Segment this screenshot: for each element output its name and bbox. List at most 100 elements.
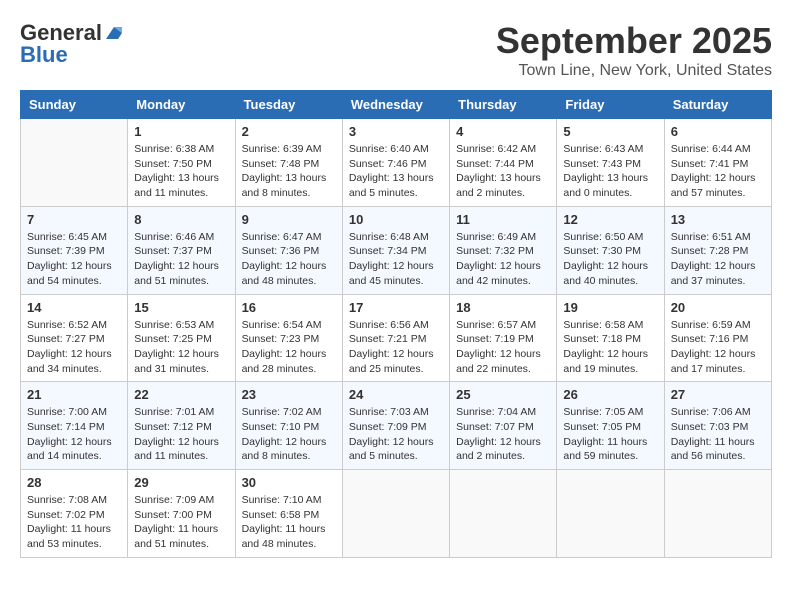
cell-info: Sunrise: 6:47 AM Sunset: 7:36 PM Dayligh… xyxy=(242,230,336,289)
cell-info: Sunrise: 7:08 AM Sunset: 7:02 PM Dayligh… xyxy=(27,493,121,552)
calendar-cell: 13 Sunrise: 6:51 AM Sunset: 7:28 PM Dayli… xyxy=(664,206,771,294)
cell-info: Sunrise: 6:48 AM Sunset: 7:34 PM Dayligh… xyxy=(349,230,443,289)
weekday-header: Thursday xyxy=(450,91,557,119)
day-number: 20 xyxy=(671,300,765,315)
day-number: 11 xyxy=(456,212,550,227)
day-number: 22 xyxy=(134,387,228,402)
calendar-cell xyxy=(664,470,771,558)
day-number: 2 xyxy=(242,124,336,139)
cell-info: Sunrise: 6:50 AM Sunset: 7:30 PM Dayligh… xyxy=(563,230,657,289)
weekday-header: Wednesday xyxy=(342,91,449,119)
calendar-week-row: 7Sunrise: 6:45 AM Sunset: 7:39 PM Daylig… xyxy=(21,206,772,294)
day-number: 17 xyxy=(349,300,443,315)
calendar-week-row: 21Sunrise: 7:00 AM Sunset: 7:14 PM Dayli… xyxy=(21,382,772,470)
calendar-cell: 7Sunrise: 6:45 AM Sunset: 7:39 PM Daylig… xyxy=(21,206,128,294)
day-number: 3 xyxy=(349,124,443,139)
calendar-cell xyxy=(557,470,664,558)
day-number: 19 xyxy=(563,300,657,315)
calendar-cell: 8Sunrise: 6:46 AM Sunset: 7:37 PM Daylig… xyxy=(128,206,235,294)
calendar-cell: 1 Sunrise: 6:38 AM Sunset: 7:50 PM Daylig… xyxy=(128,119,235,207)
calendar-week-row: 1 Sunrise: 6:38 AM Sunset: 7:50 PM Daylig… xyxy=(21,119,772,207)
day-number: 7 xyxy=(27,212,121,227)
cell-info: Sunrise: 6:44 AM Sunset: 7:41 PM Dayligh… xyxy=(671,142,765,201)
cell-info: Sunrise: 6:57 AM Sunset: 7:19 PM Dayligh… xyxy=(456,318,550,377)
calendar-cell: 12 Sunrise: 6:50 AM Sunset: 7:30 PM Dayli… xyxy=(557,206,664,294)
calendar-cell: 24 Sunrise: 7:03 AM Sunset: 7:09 PM Dayli… xyxy=(342,382,449,470)
day-number: 6 xyxy=(671,124,765,139)
logo-blue: Blue xyxy=(20,42,68,68)
day-number: 1 xyxy=(134,124,228,139)
cell-info: Sunrise: 7:01 AM Sunset: 7:12 PM Dayligh… xyxy=(134,405,228,464)
calendar-cell xyxy=(342,470,449,558)
day-number: 18 xyxy=(456,300,550,315)
calendar-cell: 6 Sunrise: 6:44 AM Sunset: 7:41 PM Daylig… xyxy=(664,119,771,207)
day-number: 23 xyxy=(242,387,336,402)
calendar-cell: 4 Sunrise: 6:42 AM Sunset: 7:44 PM Daylig… xyxy=(450,119,557,207)
calendar-cell: 11 Sunrise: 6:49 AM Sunset: 7:32 PM Dayli… xyxy=(450,206,557,294)
header: General Blue September 2025 Town Line, N… xyxy=(20,20,772,80)
cell-info: Sunrise: 7:10 AM Sunset: 6:58 PM Dayligh… xyxy=(242,493,336,552)
day-number: 16 xyxy=(242,300,336,315)
day-number: 8 xyxy=(134,212,228,227)
day-number: 25 xyxy=(456,387,550,402)
day-number: 4 xyxy=(456,124,550,139)
calendar-cell: 2 Sunrise: 6:39 AM Sunset: 7:48 PM Daylig… xyxy=(235,119,342,207)
month-title: September 2025 xyxy=(496,20,772,62)
cell-info: Sunrise: 7:03 AM Sunset: 7:09 PM Dayligh… xyxy=(349,405,443,464)
location-title: Town Line, New York, United States xyxy=(496,62,772,80)
cell-info: Sunrise: 6:53 AM Sunset: 7:25 PM Dayligh… xyxy=(134,318,228,377)
calendar-cell xyxy=(450,470,557,558)
calendar-cell: 29 Sunrise: 7:09 AM Sunset: 7:00 PM Dayli… xyxy=(128,470,235,558)
day-number: 5 xyxy=(563,124,657,139)
cell-info: Sunrise: 6:51 AM Sunset: 7:28 PM Dayligh… xyxy=(671,230,765,289)
calendar-cell: 5 Sunrise: 6:43 AM Sunset: 7:43 PM Daylig… xyxy=(557,119,664,207)
day-number: 9 xyxy=(242,212,336,227)
day-number: 24 xyxy=(349,387,443,402)
day-number: 30 xyxy=(242,475,336,490)
day-number: 13 xyxy=(671,212,765,227)
day-number: 12 xyxy=(563,212,657,227)
cell-info: Sunrise: 6:40 AM Sunset: 7:46 PM Dayligh… xyxy=(349,142,443,201)
day-number: 28 xyxy=(27,475,121,490)
calendar-cell: 15 Sunrise: 6:53 AM Sunset: 7:25 PM Dayli… xyxy=(128,294,235,382)
cell-info: Sunrise: 7:02 AM Sunset: 7:10 PM Dayligh… xyxy=(242,405,336,464)
calendar-header-row: SundayMondayTuesdayWednesdayThursdayFrid… xyxy=(21,91,772,119)
day-number: 10 xyxy=(349,212,443,227)
day-number: 21 xyxy=(27,387,121,402)
calendar-cell: 27Sunrise: 7:06 AM Sunset: 7:03 PM Dayli… xyxy=(664,382,771,470)
calendar-cell: 25 Sunrise: 7:04 AM Sunset: 7:07 PM Dayli… xyxy=(450,382,557,470)
cell-info: Sunrise: 6:52 AM Sunset: 7:27 PM Dayligh… xyxy=(27,318,121,377)
calendar-week-row: 28 Sunrise: 7:08 AM Sunset: 7:02 PM Dayli… xyxy=(21,470,772,558)
weekday-header: Sunday xyxy=(21,91,128,119)
weekday-header: Tuesday xyxy=(235,91,342,119)
weekday-header: Friday xyxy=(557,91,664,119)
calendar-cell: 14Sunrise: 6:52 AM Sunset: 7:27 PM Dayli… xyxy=(21,294,128,382)
cell-info: Sunrise: 7:05 AM Sunset: 7:05 PM Dayligh… xyxy=(563,405,657,464)
day-number: 29 xyxy=(134,475,228,490)
calendar-cell: 18 Sunrise: 6:57 AM Sunset: 7:19 PM Dayli… xyxy=(450,294,557,382)
cell-info: Sunrise: 6:39 AM Sunset: 7:48 PM Dayligh… xyxy=(242,142,336,201)
cell-info: Sunrise: 6:42 AM Sunset: 7:44 PM Dayligh… xyxy=(456,142,550,201)
cell-info: Sunrise: 6:56 AM Sunset: 7:21 PM Dayligh… xyxy=(349,318,443,377)
logo: General Blue xyxy=(20,20,124,68)
calendar-cell: 20 Sunrise: 6:59 AM Sunset: 7:16 PM Dayli… xyxy=(664,294,771,382)
cell-info: Sunrise: 7:04 AM Sunset: 7:07 PM Dayligh… xyxy=(456,405,550,464)
calendar-cell: 28 Sunrise: 7:08 AM Sunset: 7:02 PM Dayli… xyxy=(21,470,128,558)
cell-info: Sunrise: 6:58 AM Sunset: 7:18 PM Dayligh… xyxy=(563,318,657,377)
calendar-cell: 26Sunrise: 7:05 AM Sunset: 7:05 PM Dayli… xyxy=(557,382,664,470)
weekday-header: Monday xyxy=(128,91,235,119)
cell-info: Sunrise: 6:38 AM Sunset: 7:50 PM Dayligh… xyxy=(134,142,228,201)
cell-info: Sunrise: 6:49 AM Sunset: 7:32 PM Dayligh… xyxy=(456,230,550,289)
calendar-cell xyxy=(21,119,128,207)
calendar-cell: 16Sunrise: 6:54 AM Sunset: 7:23 PM Dayli… xyxy=(235,294,342,382)
calendar-cell: 21Sunrise: 7:00 AM Sunset: 7:14 PM Dayli… xyxy=(21,382,128,470)
calendar-table: SundayMondayTuesdayWednesdayThursdayFrid… xyxy=(20,90,772,558)
calendar-cell: 19 Sunrise: 6:58 AM Sunset: 7:18 PM Dayli… xyxy=(557,294,664,382)
cell-info: Sunrise: 6:43 AM Sunset: 7:43 PM Dayligh… xyxy=(563,142,657,201)
day-number: 15 xyxy=(134,300,228,315)
calendar-week-row: 14Sunrise: 6:52 AM Sunset: 7:27 PM Dayli… xyxy=(21,294,772,382)
cell-info: Sunrise: 7:06 AM Sunset: 7:03 PM Dayligh… xyxy=(671,405,765,464)
cell-info: Sunrise: 6:59 AM Sunset: 7:16 PM Dayligh… xyxy=(671,318,765,377)
cell-info: Sunrise: 7:09 AM Sunset: 7:00 PM Dayligh… xyxy=(134,493,228,552)
calendar-cell: 22 Sunrise: 7:01 AM Sunset: 7:12 PM Dayli… xyxy=(128,382,235,470)
